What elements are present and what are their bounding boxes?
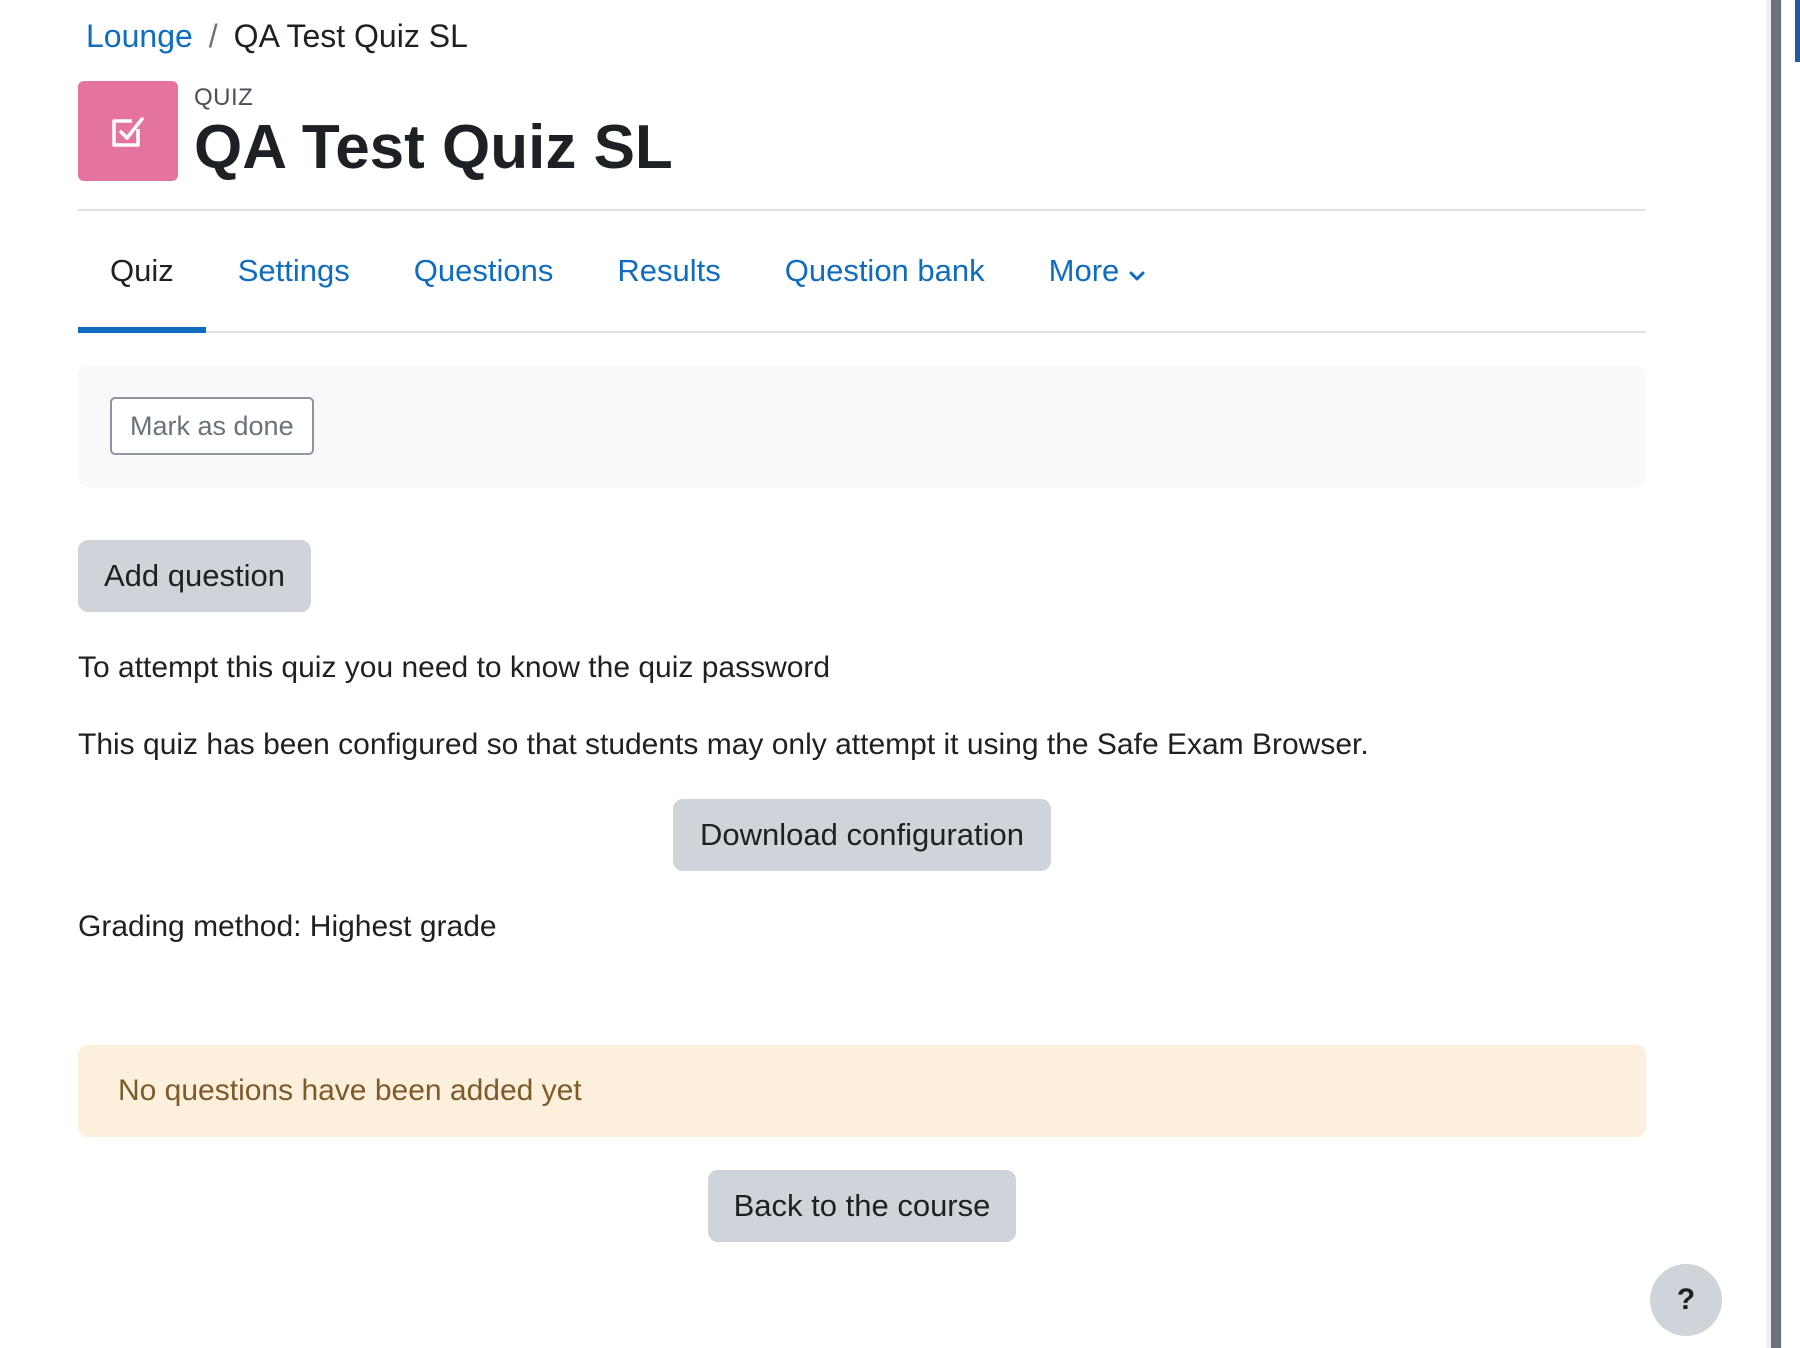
alert-message: No questions have been added yet [118,1074,582,1107]
tab-more[interactable]: More [1017,211,1178,331]
activity-type-label: QUIZ [194,84,254,111]
tab-settings[interactable]: Settings [206,211,382,331]
seb-notice: This quiz has been configured so that st… [78,728,1369,761]
help-button[interactable]: ? [1650,1264,1722,1336]
activity-completion-box: Mark as done [78,365,1646,487]
mark-as-done-button[interactable]: Mark as done [110,397,314,455]
quiz-checkbox-icon [78,81,178,181]
download-configuration-button[interactable]: Download configuration [673,799,1051,871]
back-to-course-button[interactable]: Back to the course [708,1170,1016,1242]
no-questions-alert: No questions have been added yet [78,1045,1646,1137]
tab-label: Questions [413,253,554,288]
secondary-navigation: Quiz Settings Questions Results Question… [78,211,1646,333]
tab-results[interactable]: Results [585,211,752,331]
tab-questions[interactable]: Questions [382,211,586,331]
tab-label: Results [617,253,721,288]
question-mark-icon: ? [1676,1283,1696,1316]
tab-quiz[interactable]: Quiz [78,211,206,333]
page: Lounge / QA Test Quiz SL QUIZ QA Test Qu… [0,0,1800,1348]
tab-question-bank[interactable]: Question bank [753,211,1017,331]
tab-label: More [1048,253,1120,288]
grading-method: Grading method: Highest grade [78,910,497,943]
scrollbar-thumb[interactable] [1771,0,1781,1348]
breadcrumb-current: QA Test Quiz SL [233,17,468,54]
tab-label: Quiz [110,253,174,288]
window-edge [1795,0,1800,62]
tab-label: Settings [237,253,350,288]
password-notice: To attempt this quiz you need to know th… [78,651,831,684]
page-title: QA Test Quiz SL [194,113,673,182]
breadcrumb-link-lounge[interactable]: Lounge [86,18,193,55]
tab-label: Question bank [784,253,985,288]
chevron-down-icon [1129,254,1145,290]
breadcrumb: Lounge / QA Test Quiz SL [86,16,468,56]
breadcrumb-separator: / [208,17,218,54]
add-question-button[interactable]: Add question [78,540,311,612]
